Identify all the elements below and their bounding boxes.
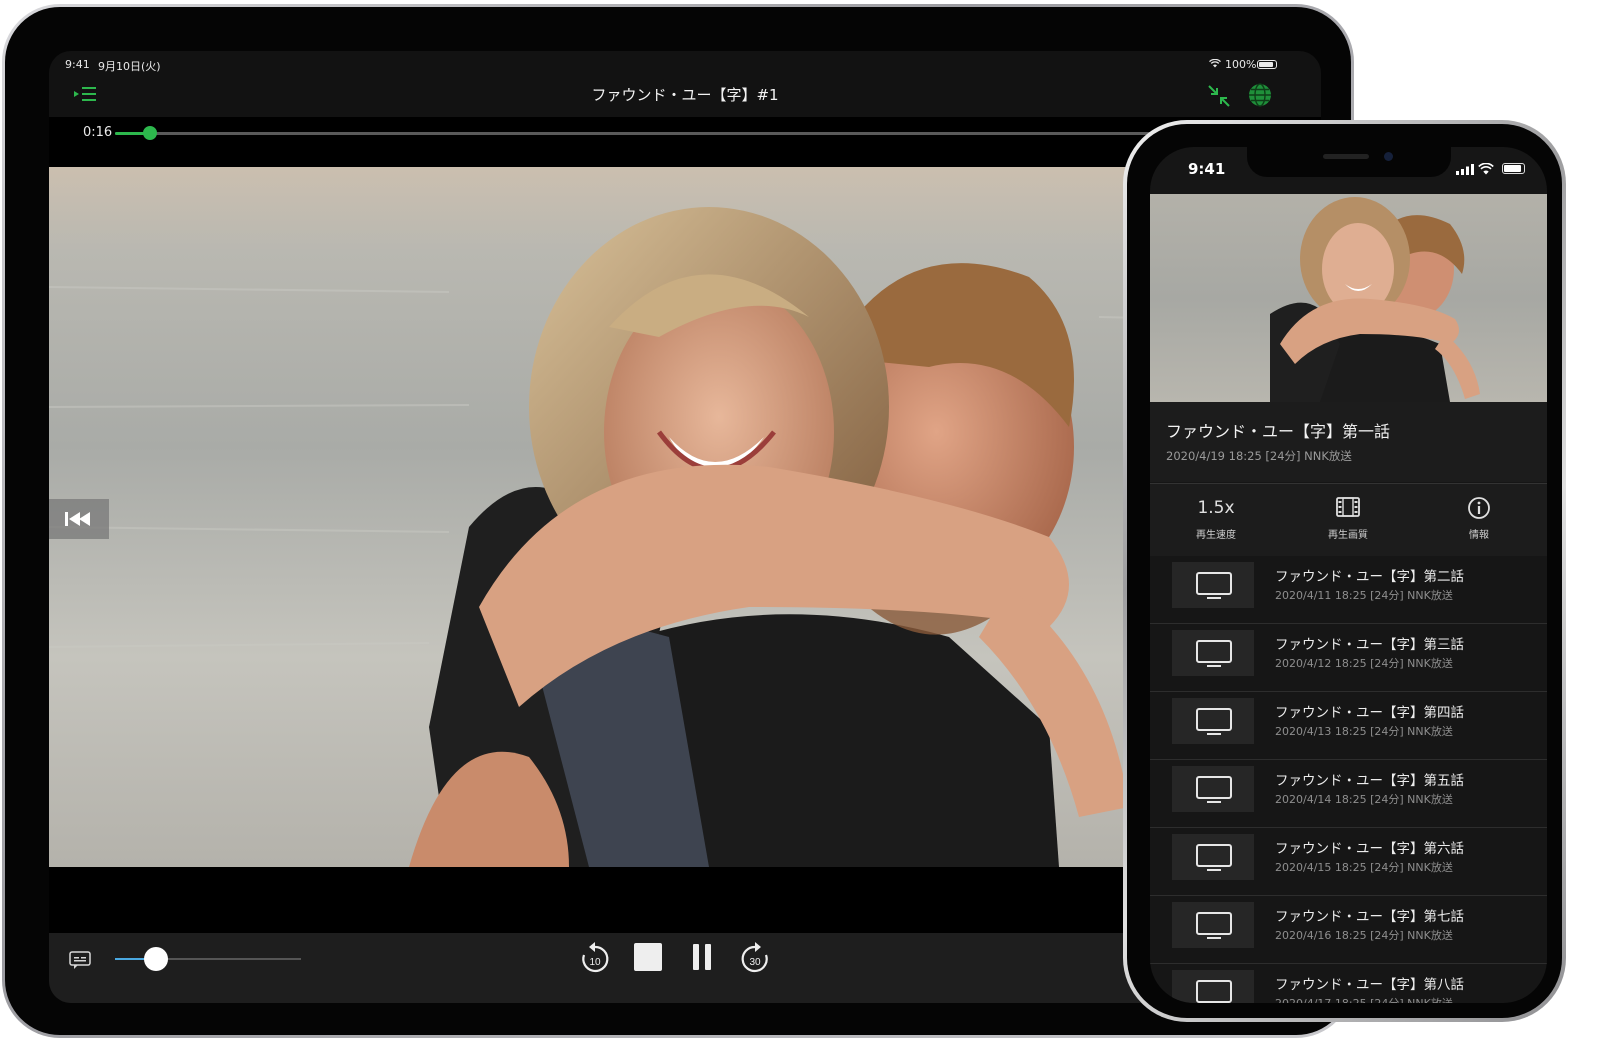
tv-icon	[1196, 980, 1232, 1003]
list-item[interactable]: ファウンド・ユー【字】第二話 2020/4/11 18:25 [24分] NNK放…	[1150, 556, 1547, 624]
iphone-bezel: 9:41 ファウンド・ユー【字】第一話 2020/4/19 18:25 [24分…	[1127, 124, 1562, 1018]
wifi-icon	[1209, 59, 1221, 68]
episode-title: ファウンド・ユー【字】第六話	[1275, 841, 1464, 857]
volume-handle[interactable]	[143, 947, 168, 971]
front-camera	[1384, 152, 1393, 161]
list-item[interactable]: ファウンド・ユー【字】第三話 2020/4/12 18:25 [24分] NNK放…	[1150, 624, 1547, 692]
episode-thumbnail	[1172, 902, 1254, 948]
notch	[1247, 147, 1451, 177]
seek-track[interactable]	[115, 126, 1295, 140]
forward-seconds-label: 30	[749, 957, 761, 968]
playback-speed-button[interactable]: 1.5x 再生速度	[1166, 496, 1266, 541]
episode-date: 2020/4/17 18:25 [24分] NNK放送	[1275, 995, 1453, 1003]
tv-icon	[1196, 640, 1232, 667]
caption-icon[interactable]	[69, 951, 91, 969]
iphone-status-time: 9:41	[1188, 160, 1226, 178]
globe-icon[interactable]	[1248, 83, 1272, 107]
volume-slider[interactable]	[115, 947, 301, 971]
seek-handle[interactable]	[143, 126, 158, 140]
list-item[interactable]: ファウンド・ユー【字】第七話 2020/4/16 18:25 [24分] NNK放…	[1150, 896, 1547, 964]
list-item[interactable]: ファウンド・ユー【字】第四話 2020/4/13 18:25 [24分] NNK放…	[1150, 692, 1547, 760]
battery-icon	[1257, 60, 1277, 69]
shrink-icon[interactable]	[1206, 83, 1232, 109]
iphone-screen: 9:41 ファウンド・ユー【字】第一話 2020/4/19 18:25 [24分…	[1150, 147, 1547, 1003]
episode-thumbnail	[1172, 562, 1254, 608]
episode-date: 2020/4/16 18:25 [24分] NNK放送	[1275, 929, 1453, 942]
film-icon	[1336, 497, 1360, 517]
episode-thumbnail	[1172, 834, 1254, 880]
battery-icon	[1502, 163, 1525, 174]
episode-title: ファウンド・ユー【字】第三話	[1275, 637, 1464, 653]
episode-thumbnail	[1172, 766, 1254, 812]
battery-percent: 100%	[1225, 58, 1257, 71]
list-item[interactable]: ファウンド・ユー【字】第六話 2020/4/15 18:25 [24分] NNK放…	[1150, 828, 1547, 896]
episode-date: 2020/4/15 18:25 [24分] NNK放送	[1275, 861, 1453, 874]
info-icon	[1468, 497, 1490, 519]
forward-30-icon[interactable]: 30	[739, 941, 771, 975]
playback-quality-label: 再生画質	[1328, 530, 1368, 541]
ipad-status-bar: 9:41 9月10日(火) 100%	[49, 51, 1321, 77]
list-item[interactable]: ファウンド・ユー【字】第八話 2020/4/17 18:25 [24分] NNK放…	[1150, 964, 1547, 1003]
iphone-device: 9:41 ファウンド・ユー【字】第一話 2020/4/19 18:25 [24分…	[1123, 120, 1566, 1022]
episode-thumbnail	[1172, 630, 1254, 676]
signal-icon	[1456, 164, 1474, 175]
episode-title: ファウンド・ユー【字】第八話	[1275, 977, 1464, 993]
ipad-nav-bar: ファウンド・ユー【字】#1	[49, 77, 1321, 117]
skip-back-icon	[65, 512, 90, 526]
iphone-video-player[interactable]	[1150, 194, 1547, 402]
episode-date: 2020/4/13 18:25 [24分] NNK放送	[1275, 725, 1453, 738]
info-button[interactable]: 情報	[1429, 496, 1529, 541]
playback-speed-value: 1.5x	[1197, 498, 1235, 518]
episode-thumbnail	[1172, 970, 1254, 1003]
current-episode-meta: 2020/4/19 18:25 [24分] NNK放送	[1166, 449, 1352, 463]
speaker-grille	[1323, 154, 1369, 159]
episode-date: 2020/4/12 18:25 [24分] NNK放送	[1275, 657, 1453, 670]
rewind-seconds-label: 10	[589, 957, 601, 968]
episode-title: ファウンド・ユー【字】第二話	[1275, 569, 1464, 585]
pause-icon[interactable]	[691, 943, 715, 971]
episode-title: ファウンド・ユー【字】第四話	[1275, 705, 1464, 721]
skip-back-button[interactable]	[49, 499, 109, 539]
info-label: 情報	[1469, 530, 1489, 541]
episode-date: 2020/4/14 18:25 [24分] NNK放送	[1275, 793, 1453, 806]
action-bar: 1.5x 再生速度 再生画質 情報	[1150, 483, 1547, 556]
episode-date: 2020/4/11 18:25 [24分] NNK放送	[1275, 589, 1453, 602]
video-thumbnail	[1270, 197, 1480, 402]
tv-icon	[1196, 844, 1232, 871]
playback-quality-button[interactable]: 再生画質	[1298, 496, 1398, 541]
episode-title: ファウンド・ユー【字】第五話	[1275, 773, 1464, 789]
rewind-10-icon[interactable]: 10	[579, 941, 611, 975]
page-title: ファウンド・ユー【字】#1	[591, 86, 779, 104]
tv-icon	[1196, 708, 1232, 735]
status-time: 9:41	[65, 58, 90, 71]
episode-list: ファウンド・ユー【字】第二話 2020/4/11 18:25 [24分] NNK放…	[1150, 556, 1547, 1003]
playback-speed-label: 再生速度	[1196, 530, 1236, 541]
tv-icon	[1196, 776, 1232, 803]
episode-thumbnail	[1172, 698, 1254, 744]
current-episode-info: ファウンド・ユー【字】第一話 2020/4/19 18:25 [24分] NNK…	[1150, 402, 1547, 482]
status-date: 9月10日(火)	[98, 60, 161, 73]
current-episode-title: ファウンド・ユー【字】第一話	[1166, 422, 1391, 441]
tv-icon	[1196, 572, 1232, 599]
wifi-icon	[1478, 163, 1494, 175]
list-item[interactable]: ファウンド・ユー【字】第五話 2020/4/14 18:25 [24分] NNK放…	[1150, 760, 1547, 828]
episode-title: ファウンド・ユー【字】第七話	[1275, 909, 1464, 925]
elapsed-time: 0:16	[83, 125, 113, 140]
tv-icon	[1196, 912, 1232, 939]
stop-icon[interactable]	[634, 943, 662, 971]
